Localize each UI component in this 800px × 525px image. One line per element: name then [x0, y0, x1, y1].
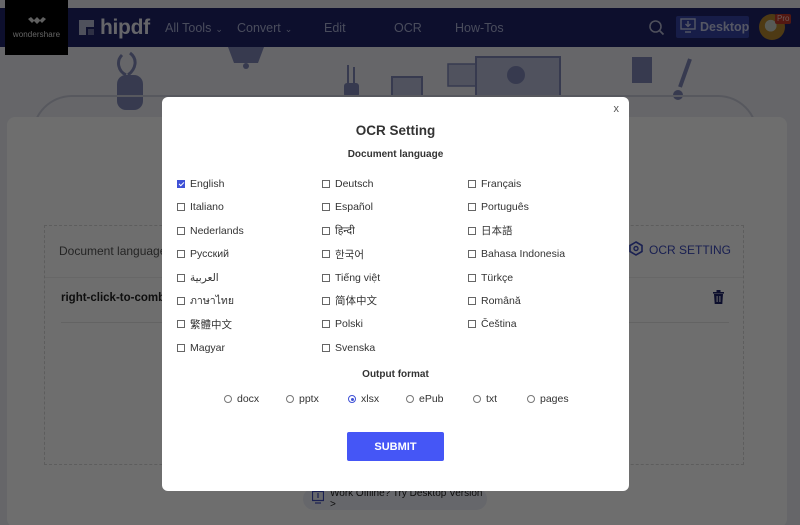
format-option[interactable]: docx [224, 393, 259, 405]
radio[interactable] [286, 395, 294, 403]
language-label: Italiano [190, 201, 224, 214]
language-label: हिन्दी [335, 224, 355, 237]
checkbox[interactable] [177, 273, 185, 282]
language-label: Português [481, 201, 529, 214]
language-label: Română [481, 294, 521, 307]
radio-selected[interactable] [348, 395, 356, 403]
language-option[interactable]: Русский [177, 246, 322, 262]
checkbox[interactable] [322, 296, 330, 305]
format-option[interactable]: pages [527, 393, 569, 405]
language-option[interactable]: Polski [322, 316, 468, 332]
checkbox[interactable] [468, 320, 476, 329]
language-label: Türkçe [481, 271, 514, 284]
language-option[interactable]: Română [468, 293, 617, 309]
ocr-setting-dialog: x OCR Setting Document language English D… [162, 97, 629, 491]
language-option[interactable]: हिन्दी [322, 223, 468, 239]
close-button[interactable]: x [614, 103, 620, 115]
language-label: 한국어 [335, 248, 364, 261]
checkbox[interactable] [322, 250, 330, 259]
checkbox[interactable] [468, 296, 476, 305]
checkbox[interactable] [322, 343, 330, 352]
language-label: Español [335, 201, 373, 214]
language-option[interactable]: Čeština [468, 316, 617, 332]
language-option[interactable]: 한국어 [322, 246, 468, 262]
language-label: Deutsch [335, 178, 374, 190]
radio[interactable] [406, 395, 414, 403]
language-option[interactable]: 简体中文 [322, 293, 468, 309]
checkbox[interactable] [468, 180, 476, 188]
checkbox[interactable] [322, 180, 330, 188]
language-option[interactable]: 繁體中文 [177, 316, 322, 332]
format-label: txt [486, 393, 498, 405]
radio[interactable] [473, 395, 481, 403]
format-option[interactable]: pptx [286, 393, 319, 405]
checkbox[interactable] [322, 203, 330, 212]
radio[interactable] [527, 395, 535, 403]
checkbox[interactable] [177, 226, 185, 235]
language-label: Français [481, 178, 522, 190]
checkbox[interactable] [322, 273, 330, 282]
checkbox[interactable] [177, 203, 185, 212]
checkbox[interactable] [322, 320, 330, 329]
language-option[interactable]: ภาษาไทย [177, 293, 322, 309]
language-label: Tiếng việt [335, 271, 381, 284]
checkbox[interactable] [177, 296, 185, 305]
language-label: Čeština [481, 318, 517, 331]
language-option[interactable]: Tiếng việt [322, 270, 468, 286]
language-label: Русский [190, 248, 229, 261]
language-option[interactable]: Türkçe [468, 270, 617, 286]
language-option[interactable]: Français [468, 176, 617, 192]
language-option[interactable]: English [177, 176, 322, 192]
language-label: ภาษาไทย [190, 295, 234, 308]
submit-button[interactable]: SUBMIT [347, 432, 444, 461]
language-option[interactable]: 日本語 [468, 223, 617, 239]
format-option[interactable]: txt [473, 393, 497, 405]
language-option[interactable]: Italiano [177, 199, 322, 215]
radio[interactable] [224, 395, 232, 403]
language-option[interactable]: Deutsch [322, 176, 468, 192]
format-label: docx [237, 393, 260, 405]
checkbox[interactable] [177, 250, 185, 259]
checkbox[interactable] [468, 273, 476, 282]
format-label: xlsx [361, 393, 380, 405]
format-label: pages [540, 393, 569, 405]
language-option[interactable]: العربية [177, 270, 322, 286]
language-label: Bahasa Indonesia [481, 248, 566, 261]
format-label: ePub [419, 393, 444, 405]
language-label: Svenska [335, 341, 376, 354]
language-option[interactable]: Magyar [177, 340, 322, 356]
language-label: Polski [335, 318, 364, 331]
format-label: pptx [299, 393, 319, 405]
checkbox[interactable] [468, 203, 476, 212]
language-option[interactable]: Español [322, 199, 468, 215]
dialog-title: OCR Setting [355, 123, 436, 138]
format-option[interactable]: xlsx [348, 393, 379, 405]
language-label: العربية [190, 271, 219, 284]
checkbox[interactable] [177, 320, 185, 329]
language-options: English Deutsch Français Italiano Español Por… [177, 176, 617, 356]
checkbox-checked[interactable] [177, 180, 185, 188]
language-option[interactable]: Svenska [322, 340, 468, 356]
checkbox[interactable] [322, 226, 330, 235]
language-option[interactable]: Bahasa Indonesia [468, 246, 617, 262]
checkbox[interactable] [468, 250, 476, 259]
language-label: 简体中文 [335, 295, 377, 308]
language-label: 繁體中文 [190, 318, 232, 331]
language-option[interactable]: Nederlands [177, 223, 322, 239]
language-label: English [190, 178, 225, 190]
checkbox[interactable] [177, 343, 185, 352]
output-format-title: Output format [362, 369, 429, 380]
document-language-title: Document language [347, 149, 444, 160]
checkbox[interactable] [468, 226, 476, 235]
language-label: Magyar [190, 341, 226, 354]
language-label: Nederlands [190, 224, 244, 237]
output-format-options: docx pptx xlsx ePub txt pages [162, 393, 629, 409]
language-option[interactable]: Português [468, 199, 617, 215]
language-label: 日本語 [481, 225, 513, 238]
format-option[interactable]: ePub [406, 393, 444, 405]
